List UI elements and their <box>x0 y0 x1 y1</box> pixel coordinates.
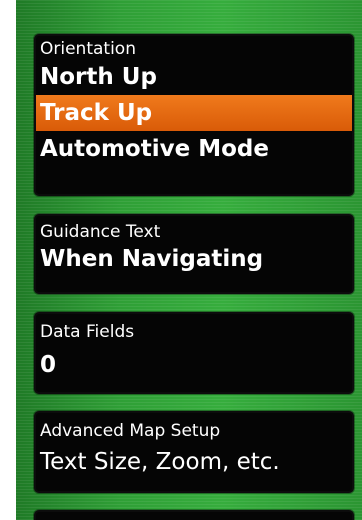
data-fields-button[interactable]: Data Fields 0 <box>34 312 354 394</box>
next-setting-button-partial[interactable] <box>34 510 354 520</box>
guidance-text-button[interactable]: Guidance Text When Navigating <box>34 214 354 294</box>
map-setup-screen: Orientation North Up Track Up Automotive… <box>16 0 362 520</box>
orientation-option-automotive-mode[interactable]: Automotive Mode <box>36 131 352 167</box>
advanced-map-setup-title: Advanced Map Setup <box>40 421 221 441</box>
orientation-panel: Orientation North Up Track Up Automotive… <box>34 34 354 196</box>
data-fields-title: Data Fields <box>40 322 135 342</box>
advanced-map-setup-value: Text Size, Zoom, etc. <box>40 449 280 475</box>
data-fields-value: 0 <box>40 352 57 378</box>
orientation-option-north-up[interactable]: North Up <box>36 59 352 95</box>
orientation-option-track-up[interactable]: Track Up <box>36 95 352 131</box>
guidance-text-title: Guidance Text <box>40 222 161 242</box>
orientation-title: Orientation <box>40 39 136 59</box>
guidance-text-value: When Navigating <box>40 246 264 272</box>
advanced-map-setup-button[interactable]: Advanced Map Setup Text Size, Zoom, etc. <box>34 411 354 493</box>
